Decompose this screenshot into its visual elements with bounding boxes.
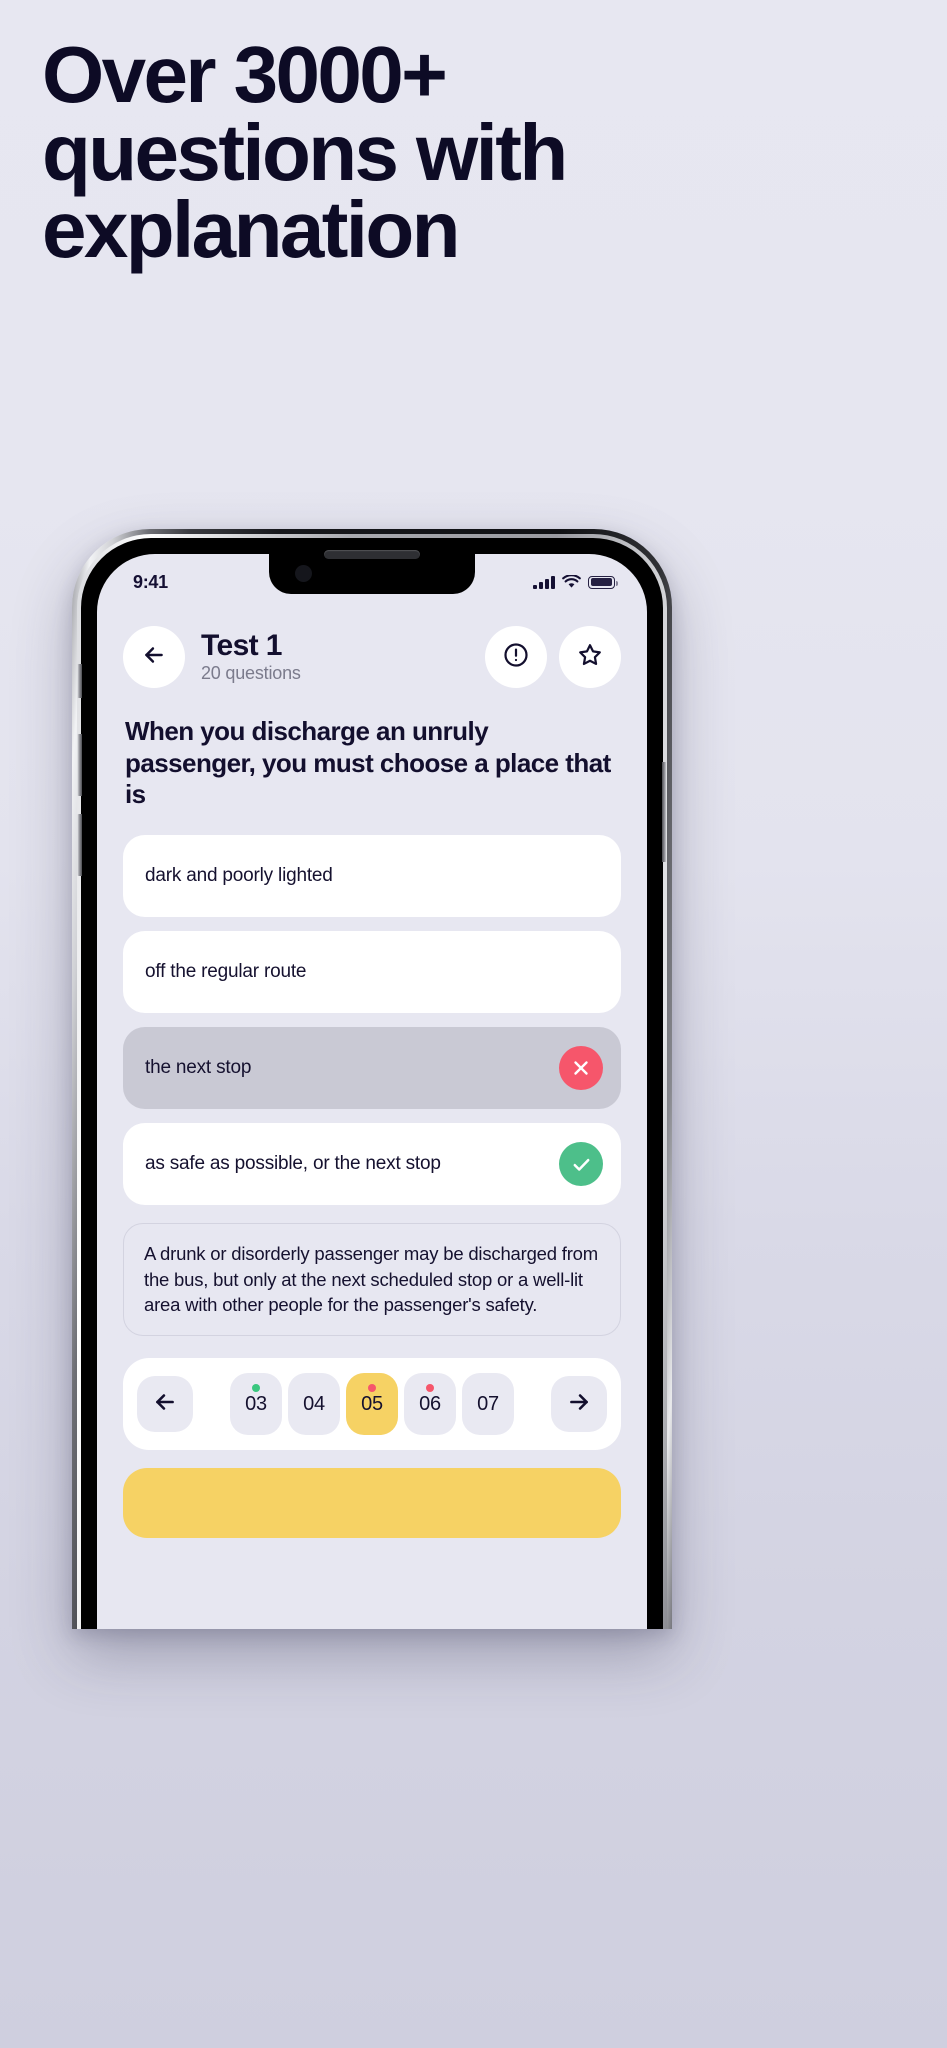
close-icon (559, 1046, 603, 1091)
pagination-item-05-active[interactable]: 05 (346, 1373, 398, 1436)
wrong-marker-dot-icon (426, 1384, 434, 1393)
headline-line-1: Over 3000+ (42, 30, 448, 119)
cellular-signal-icon (533, 575, 555, 589)
title-block: Test 1 20 questions (201, 628, 471, 684)
pagination-item-07[interactable]: 07 (462, 1373, 514, 1436)
answer-option-2[interactable]: off the regular route (123, 931, 621, 1014)
answer-option-4-correct[interactable]: as safe as possible, or the next stop (123, 1123, 621, 1206)
next-question-button[interactable] (551, 1376, 607, 1433)
pagination-number: 07 (477, 1392, 499, 1415)
pagination-item-06[interactable]: 06 (404, 1373, 456, 1436)
quiz-screen: Test 1 20 questions When you discharge a… (97, 604, 647, 1629)
wifi-icon (562, 574, 581, 589)
primary-cta-button[interactable] (123, 1468, 621, 1539)
status-icons (533, 574, 618, 589)
page-title: Test 1 (201, 628, 282, 662)
pagination-number: 06 (419, 1392, 441, 1415)
explanation-box: A drunk or disorderly passenger may be d… (123, 1223, 621, 1337)
favorite-button[interactable] (559, 626, 621, 688)
app-bar-actions (485, 626, 621, 688)
pagination-numbers: 03 04 05 06 07 (230, 1373, 514, 1436)
phone-mockup: 9:41 Test 1 20 questions When you discha… (72, 529, 672, 1629)
pagination-number: 05 (361, 1392, 383, 1415)
answer-option-label: as safe as possible, or the next stop (145, 1152, 441, 1174)
phone-bezel: 9:41 Test 1 20 questions When you discha… (77, 538, 667, 1629)
power-button[interactable] (662, 762, 667, 862)
promo-headline: Over 3000+ questions with explanation (42, 30, 682, 275)
earpiece-speaker-icon (324, 550, 420, 559)
phone-screen: 9:41 Test 1 20 questions When you discha… (97, 554, 647, 1629)
correct-marker-dot-icon (252, 1384, 260, 1393)
silent-switch-button[interactable] (77, 664, 82, 698)
pagination-item-03[interactable]: 03 (230, 1373, 282, 1436)
answer-option-3-selected-wrong[interactable]: the next stop (123, 1027, 621, 1110)
star-icon (576, 641, 604, 674)
app-bar: Test 1 20 questions (123, 604, 621, 688)
question-pagination: 03 04 05 06 07 (123, 1358, 621, 1451)
question-text: When you discharge an unruly passenger, … (125, 716, 611, 810)
answer-options: dark and poorly lighted off the regular … (123, 835, 621, 1206)
check-icon (559, 1142, 603, 1187)
answer-option-1[interactable]: dark and poorly lighted (123, 835, 621, 918)
answer-option-label: off the regular route (145, 960, 307, 982)
notch (269, 554, 475, 594)
answer-option-label: the next stop (145, 1056, 252, 1078)
volume-up-button[interactable] (77, 734, 82, 796)
pagination-item-04[interactable]: 04 (288, 1373, 340, 1436)
status-time: 9:41 (133, 571, 168, 592)
headline-line-3: explanation (42, 185, 461, 275)
wrong-marker-dot-icon (368, 1384, 376, 1393)
report-button[interactable] (485, 626, 547, 688)
previous-question-button[interactable] (137, 1376, 193, 1433)
arrow-right-icon (566, 1389, 592, 1420)
headline-line-2: questions with (42, 107, 568, 197)
arrow-left-icon (141, 642, 167, 673)
answer-option-label: dark and poorly lighted (145, 864, 333, 886)
volume-down-button[interactable] (77, 814, 82, 876)
page-subtitle: 20 questions (201, 663, 301, 684)
front-camera-icon (295, 565, 312, 582)
pagination-number: 03 (245, 1392, 267, 1415)
battery-icon (588, 575, 618, 589)
pagination-number: 04 (303, 1392, 325, 1415)
exclamation-circle-icon (502, 641, 530, 674)
arrow-left-icon (152, 1389, 178, 1420)
back-button[interactable] (123, 626, 185, 688)
